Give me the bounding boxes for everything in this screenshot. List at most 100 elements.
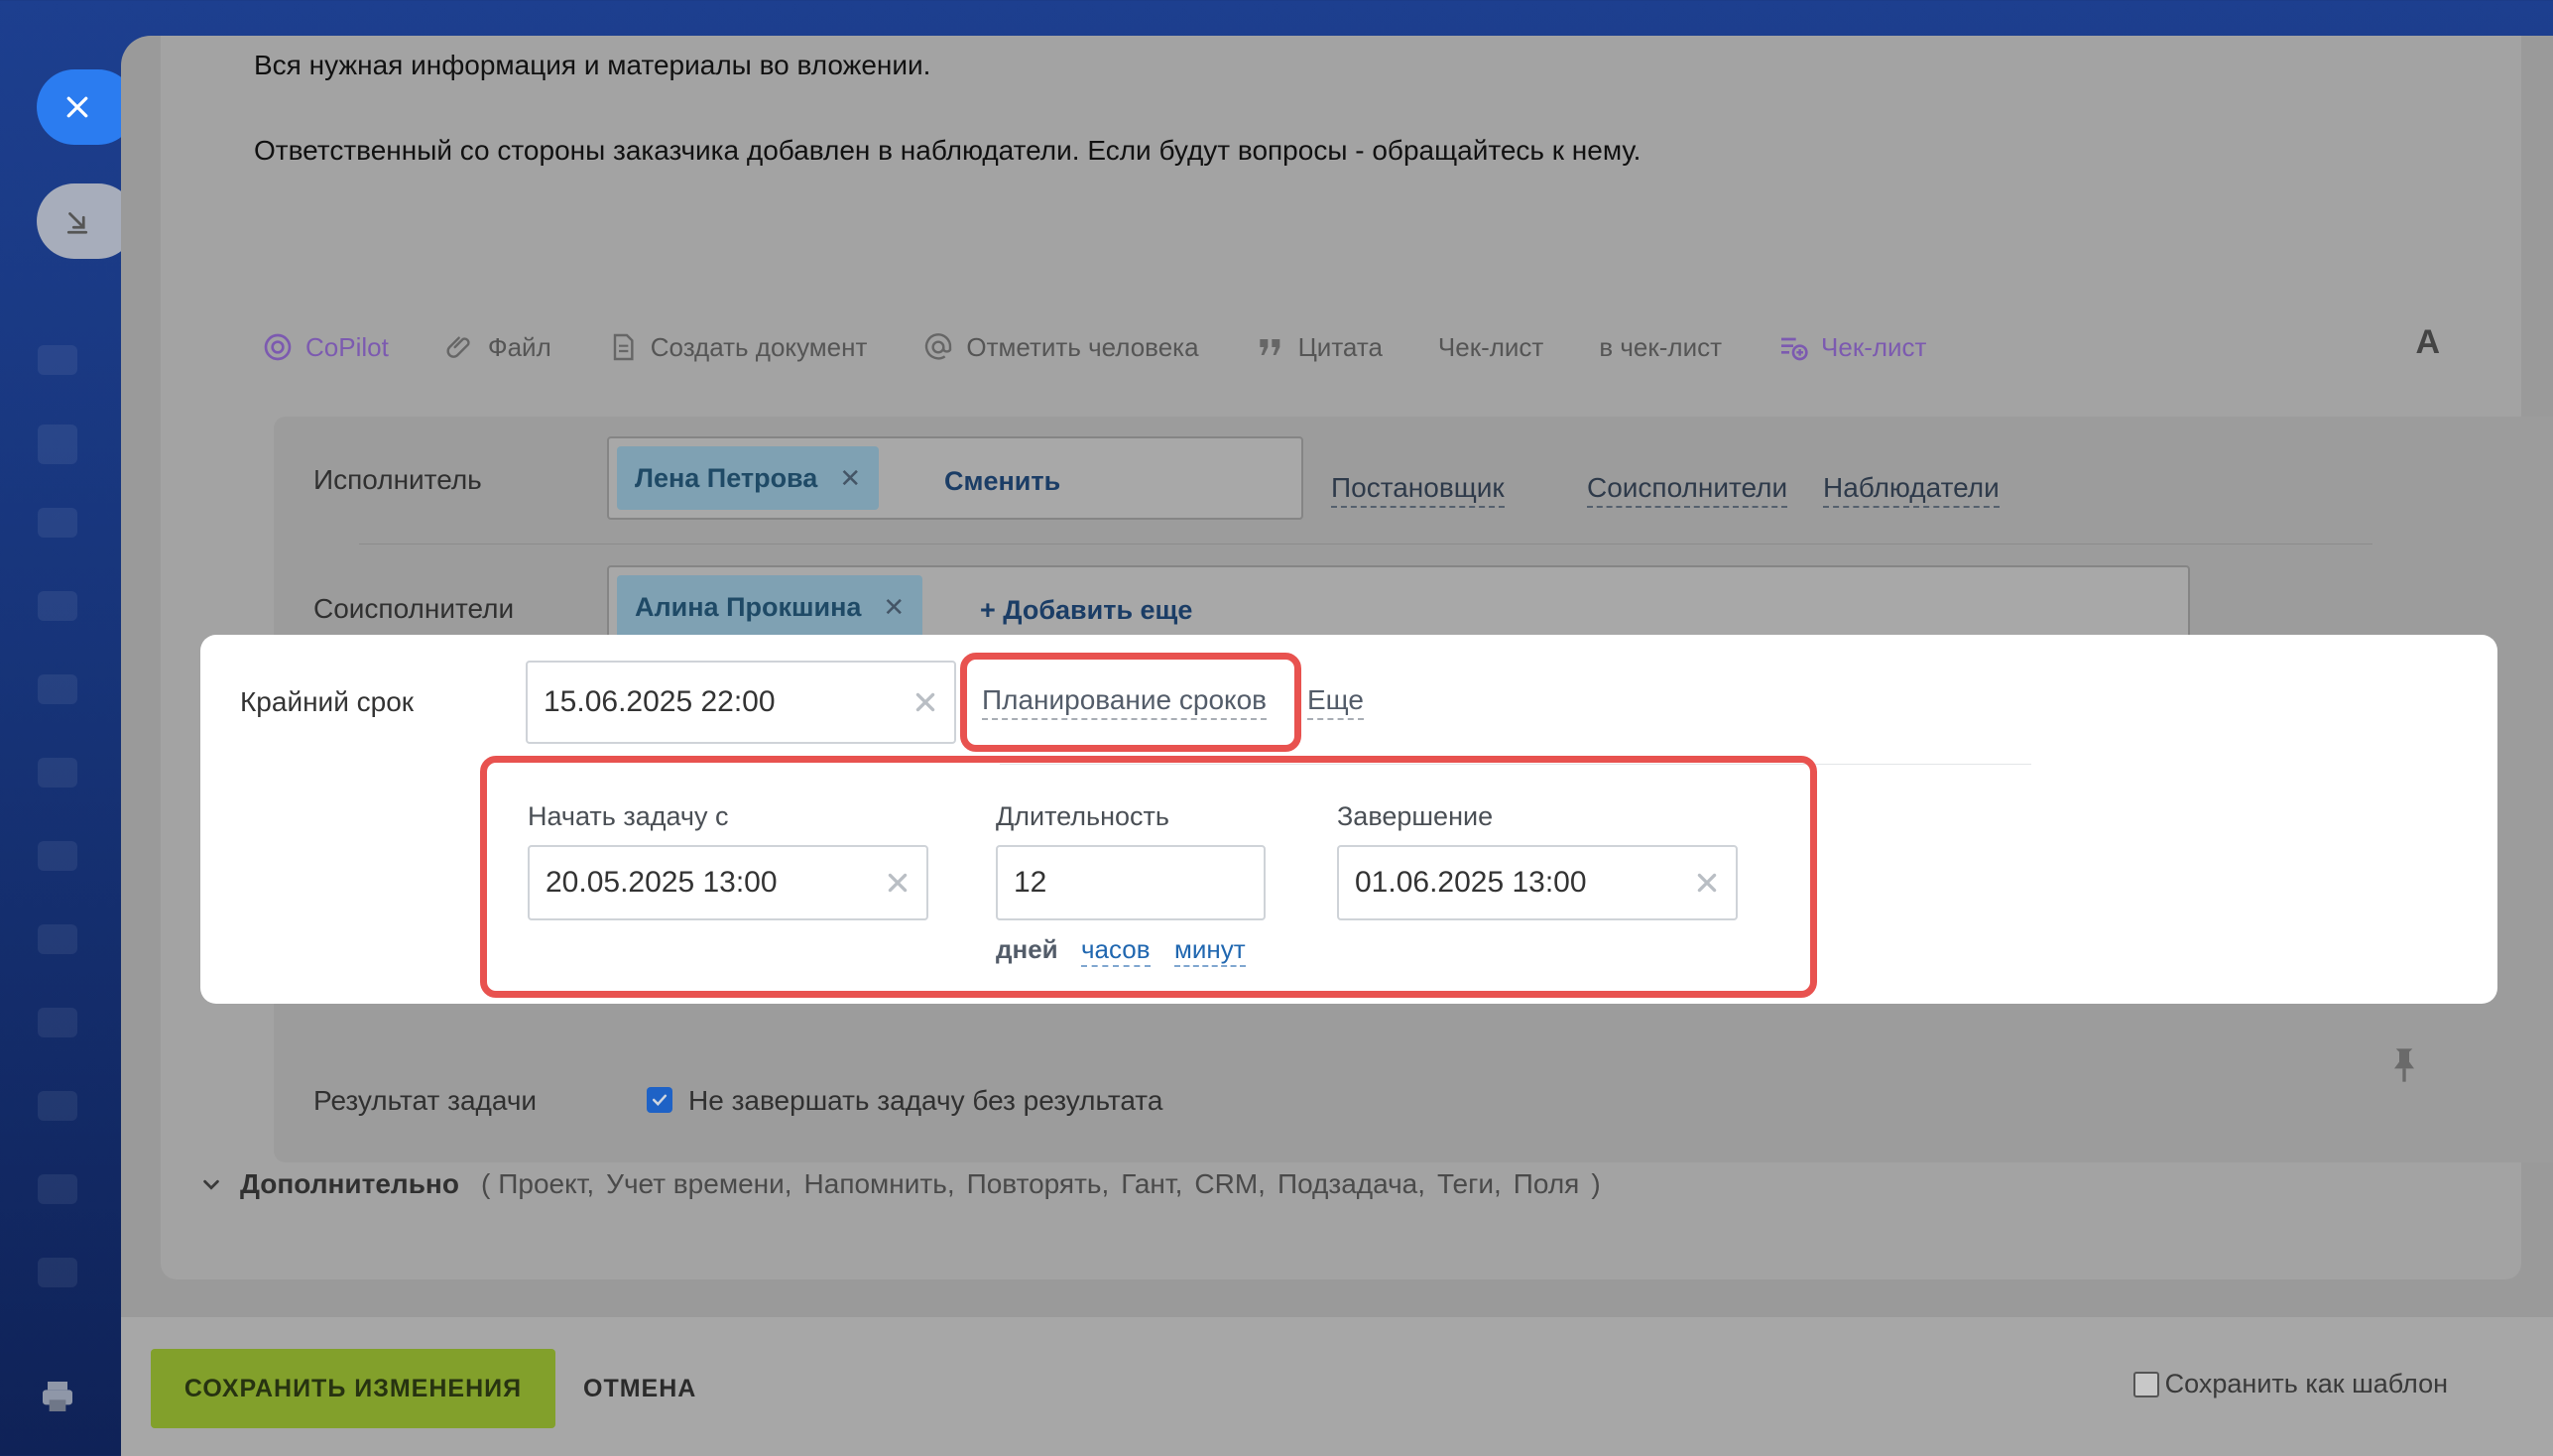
duration-value: 12	[1014, 866, 1047, 899]
deadline-value: 15.06.2025 22:00	[544, 685, 776, 718]
chevron-down-icon	[203, 1179, 219, 1190]
pin-icon[interactable]	[2390, 1045, 2418, 1085]
close-icon	[66, 96, 88, 118]
create-document-button[interactable]: Создать документ	[607, 331, 868, 363]
add-checklist-button[interactable]: Чек-лист	[1777, 331, 1926, 363]
rail-menu-item	[38, 425, 77, 464]
observers-link[interactable]: Наблюдатели	[1823, 472, 2000, 508]
create-document-label: Создать документ	[650, 331, 868, 362]
mention-button[interactable]: Отметить человека	[922, 331, 1199, 363]
coexecutors-link[interactable]: Соисполнители	[1587, 472, 1788, 508]
quote-label: Цитата	[1297, 331, 1383, 362]
additional-item-subtask[interactable]: Подзадача,	[1277, 1168, 1425, 1200]
additional-item-remind[interactable]: Напомнить,	[804, 1168, 955, 1200]
minimize-icon	[66, 212, 88, 234]
assignee-label: Исполнитель	[313, 464, 482, 495]
checklist-text-button[interactable]: Чек-лист	[1438, 332, 1543, 363]
unit-days[interactable]: дней	[996, 934, 1058, 965]
end-date-input[interactable]: 01.06.2025 13:00	[1337, 845, 1738, 920]
remove-icon[interactable]: ✕	[883, 592, 905, 623]
additional-section[interactable]: Дополнительно ( Проект, Учет времени, На…	[200, 1168, 1601, 1200]
to-checklist-button[interactable]: в чек-лист	[1599, 332, 1722, 363]
form-footer: СОХРАНИТЬ ИЗМЕНЕНИЯ ОТМЕНА Сохранить как…	[121, 1317, 2553, 1456]
unit-minutes[interactable]: минут	[1174, 934, 1246, 967]
start-label: Начать задачу с	[528, 801, 729, 831]
remove-icon[interactable]: ✕	[839, 463, 861, 494]
save-as-template[interactable]: Сохранить как шаблон	[2132, 1369, 2448, 1399]
add-coexecutor-link[interactable]: + Добавить еще	[980, 595, 1192, 626]
coexecutor-name: Алина Прокшина	[635, 591, 862, 622]
paperclip-icon	[446, 336, 470, 358]
start-date-value: 20.05.2025 13:00	[546, 866, 778, 899]
clear-icon[interactable]	[912, 689, 938, 715]
save-template-label: Сохранить как шаблон	[2164, 1369, 2448, 1398]
rail-menu-item	[38, 758, 77, 788]
start-date-input[interactable]: 20.05.2025 13:00	[528, 845, 928, 920]
deadline-section: Крайний срок 15.06.2025 22:00 Планирован…	[200, 635, 2497, 1004]
rail-menu-item	[38, 345, 77, 375]
save-template-checkbox[interactable]	[2132, 1371, 2159, 1397]
rail-menu-item	[38, 591, 77, 621]
add-checklist-label: Чек-лист	[1821, 331, 1927, 362]
end-label: Завершение	[1337, 801, 1494, 831]
printer-icon[interactable]	[38, 1377, 77, 1416]
copilot-icon	[264, 333, 292, 361]
save-changes-button[interactable]: СОХРАНИТЬ ИЗМЕНЕНИЯ	[151, 1349, 555, 1428]
checklist-text-label: Чек-лист	[1437, 331, 1544, 362]
cancel-button[interactable]: ОТМЕНА	[583, 1349, 696, 1428]
clear-icon[interactable]	[1694, 870, 1720, 896]
description-line: Ответственный со стороны заказчика добав…	[254, 135, 1641, 166]
rail-menu-item	[38, 508, 77, 538]
additional-item-time[interactable]: Учет времени,	[606, 1168, 791, 1200]
quote-icon	[1259, 339, 1279, 355]
clear-icon[interactable]	[885, 870, 911, 896]
rail-menu-item	[38, 841, 77, 871]
text-format-toggle[interactable]: A	[2415, 323, 2440, 362]
rail-menu-item	[38, 924, 77, 954]
file-label: Файл	[487, 331, 551, 362]
copilot-button[interactable]: CoPilot	[262, 331, 389, 363]
checklist-add-icon	[1781, 337, 1808, 361]
additional-item-fields[interactable]: Поля	[1514, 1168, 1580, 1200]
additional-item-project[interactable]: Проект,	[498, 1168, 594, 1200]
require-result-label: Не завершать задачу без результата	[688, 1085, 1163, 1116]
additional-title: Дополнительно	[240, 1168, 459, 1199]
left-rail	[0, 0, 136, 1456]
assignee-chip[interactable]: Лена Петрова ✕	[617, 446, 880, 510]
rail-menu-item	[38, 1008, 77, 1037]
additional-item-crm[interactable]: CRM,	[1194, 1168, 1266, 1200]
deadline-input[interactable]: 15.06.2025 22:00	[526, 661, 956, 744]
rail-menu-item	[38, 1091, 77, 1121]
additional-item-tags[interactable]: Теги,	[1437, 1168, 1502, 1200]
additional-close-paren: )	[1591, 1168, 1601, 1199]
attach-file-button[interactable]: Файл	[444, 331, 551, 363]
unit-hours[interactable]: часов	[1081, 934, 1151, 967]
additional-open-paren: (	[480, 1168, 491, 1199]
quote-button[interactable]: Цитата	[1255, 331, 1383, 363]
deadline-more-link[interactable]: Еще	[1307, 684, 1364, 720]
creator-link[interactable]: Постановщик	[1331, 472, 1505, 508]
rail-menu-item	[38, 674, 77, 704]
copilot-label: CoPilot	[305, 331, 389, 362]
rail-menu-item	[38, 1258, 77, 1287]
coexecutors-label: Соисполнители	[313, 593, 515, 624]
additional-item-gantt[interactable]: Гант,	[1121, 1168, 1182, 1200]
checkmark-icon	[652, 1094, 668, 1106]
deadline-label: Крайний срок	[240, 686, 415, 717]
duration-input[interactable]: 12	[996, 845, 1266, 920]
additional-item-repeat[interactable]: Повторять,	[967, 1168, 1110, 1200]
editor-toolbar: CoPilot Файл Создать документ Отметить ч…	[262, 325, 1982, 369]
duration-label: Длительность	[996, 801, 1169, 831]
deadline-planning-link[interactable]: Планирование сроков	[982, 684, 1268, 720]
at-sign-icon	[925, 333, 952, 360]
assignee-name: Лена Петрова	[635, 462, 818, 493]
rail-menu-item	[38, 1174, 77, 1204]
document-icon	[613, 333, 634, 361]
change-assignee-link[interactable]: Сменить	[944, 466, 1060, 497]
coexecutor-chip[interactable]: Алина Прокшина ✕	[617, 575, 923, 639]
description-line: Вся нужная информация и материалы во вло…	[254, 50, 931, 80]
divider	[359, 544, 2372, 545]
mention-label: Отметить человека	[966, 331, 1199, 362]
require-result-checkbox[interactable]	[647, 1087, 672, 1113]
to-checklist-label: в чек-лист	[1599, 331, 1723, 362]
